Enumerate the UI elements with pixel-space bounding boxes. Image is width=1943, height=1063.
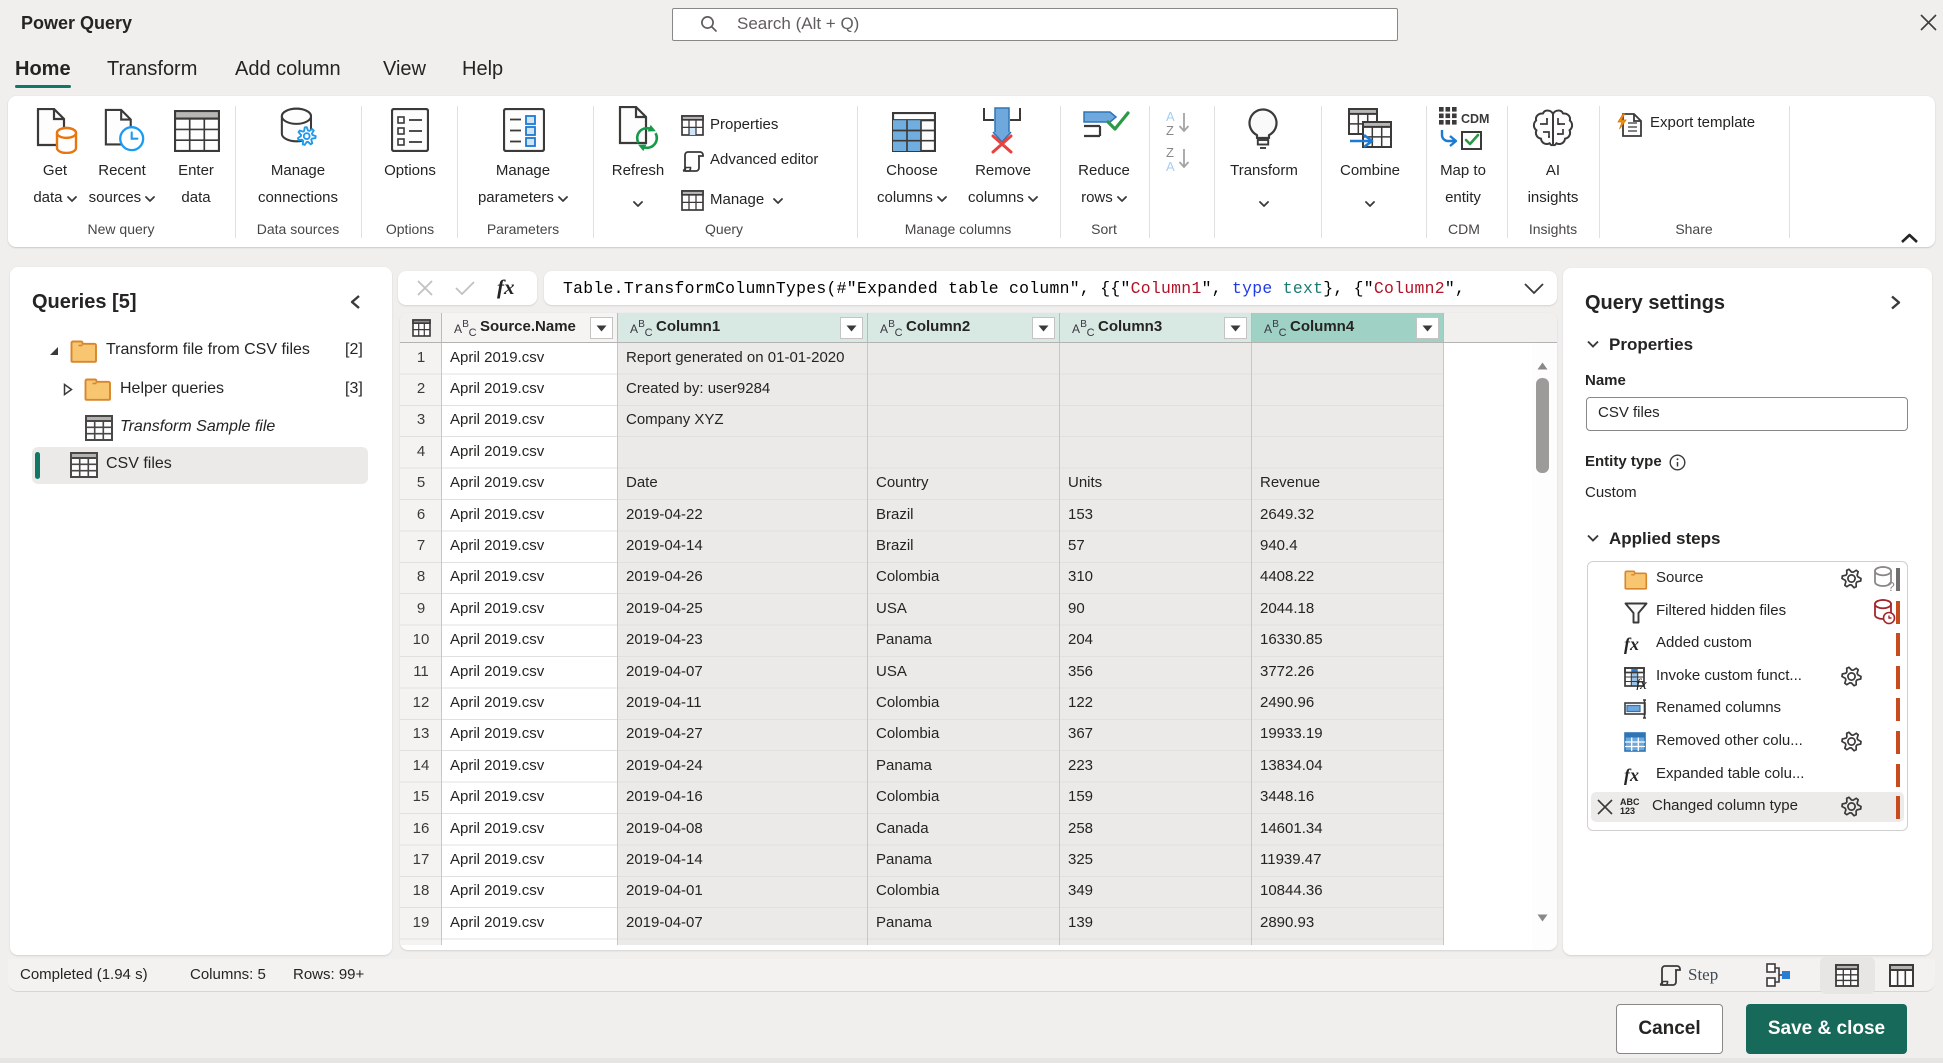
svg-text:Z: Z (1166, 146, 1174, 160)
svg-text:A: A (1166, 159, 1175, 172)
svg-text:A: A (880, 322, 888, 336)
svg-text:A: A (1264, 322, 1272, 336)
svg-text:A: A (1072, 322, 1080, 336)
svg-text:A: A (1166, 110, 1175, 124)
svg-text:CDM: CDM (1461, 112, 1489, 126)
svg-text:C: C (645, 327, 653, 337)
svg-text:C: C (1279, 327, 1287, 337)
svg-text:C: C (1087, 327, 1095, 337)
svg-text:A: A (454, 322, 462, 336)
svg-text:fx: fx (1636, 677, 1647, 690)
svg-text:C: C (469, 327, 477, 337)
svg-text:C: C (895, 327, 903, 337)
svg-text:?: ? (1888, 579, 1895, 592)
svg-text:A: A (630, 322, 638, 336)
svg-text:Z: Z (1166, 123, 1174, 136)
